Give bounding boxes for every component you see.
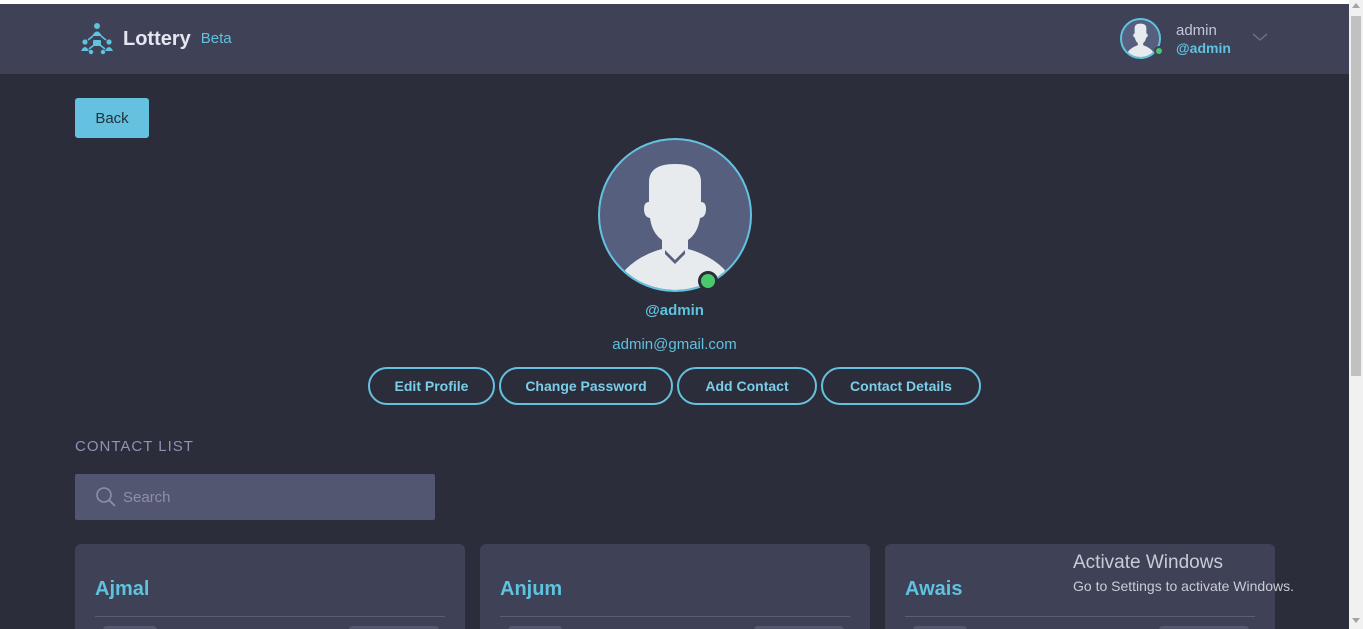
contact-card[interactable]: Ajmal — [75, 544, 465, 629]
search-box — [75, 474, 435, 520]
brand-name: Lottery — [123, 27, 191, 50]
people-network-icon — [81, 23, 113, 55]
search-icon — [96, 487, 116, 507]
contact-name: Anjum — [500, 578, 563, 600]
edit-profile-button[interactable]: Edit Profile — [368, 367, 495, 405]
card-divider — [95, 616, 445, 617]
card-divider — [500, 616, 850, 617]
scrollbar-thumb[interactable] — [1351, 16, 1361, 376]
activate-windows-watermark: Activate Windows Go to Settings to activ… — [1073, 552, 1294, 594]
chevron-down-icon[interactable] — [1252, 29, 1268, 45]
contact-name: Ajmal — [95, 578, 150, 600]
search-input[interactable] — [123, 474, 423, 520]
top-navbar: Lottery Beta admin @admin — [0, 4, 1349, 74]
online-status-dot — [698, 271, 718, 291]
brand[interactable]: Lottery Beta — [80, 22, 232, 56]
user-name: admin — [1176, 22, 1217, 39]
vertical-scrollbar[interactable] — [1349, 0, 1363, 629]
brand-beta-badge: Beta — [200, 29, 232, 47]
add-contact-button[interactable]: Add Contact — [677, 367, 817, 405]
profile-handle: @admin — [645, 302, 704, 319]
contact-name: Awais — [905, 578, 963, 600]
profile-email: admin@gmail.com — [612, 336, 737, 353]
contact-list-heading: CONTACT LIST — [75, 438, 194, 455]
scroll-down-arrow-icon[interactable] — [1352, 618, 1360, 623]
change-password-button[interactable]: Change Password — [499, 367, 673, 405]
back-button[interactable]: Back — [75, 98, 149, 138]
card-divider — [905, 616, 1255, 617]
scroll-up-arrow-icon[interactable] — [1352, 3, 1360, 8]
contact-card[interactable]: Anjum — [480, 544, 870, 629]
watermark-title: Activate Windows — [1073, 552, 1223, 573]
watermark-subtitle: Go to Settings to activate Windows. — [1073, 578, 1294, 594]
user-handle: @admin — [1176, 40, 1231, 56]
profile-avatar — [598, 138, 752, 292]
user-silhouette-icon — [620, 164, 730, 290]
user-menu[interactable]: admin @admin — [1120, 18, 1270, 60]
online-status-dot — [1154, 46, 1164, 56]
contact-details-button[interactable]: Contact Details — [821, 367, 981, 405]
